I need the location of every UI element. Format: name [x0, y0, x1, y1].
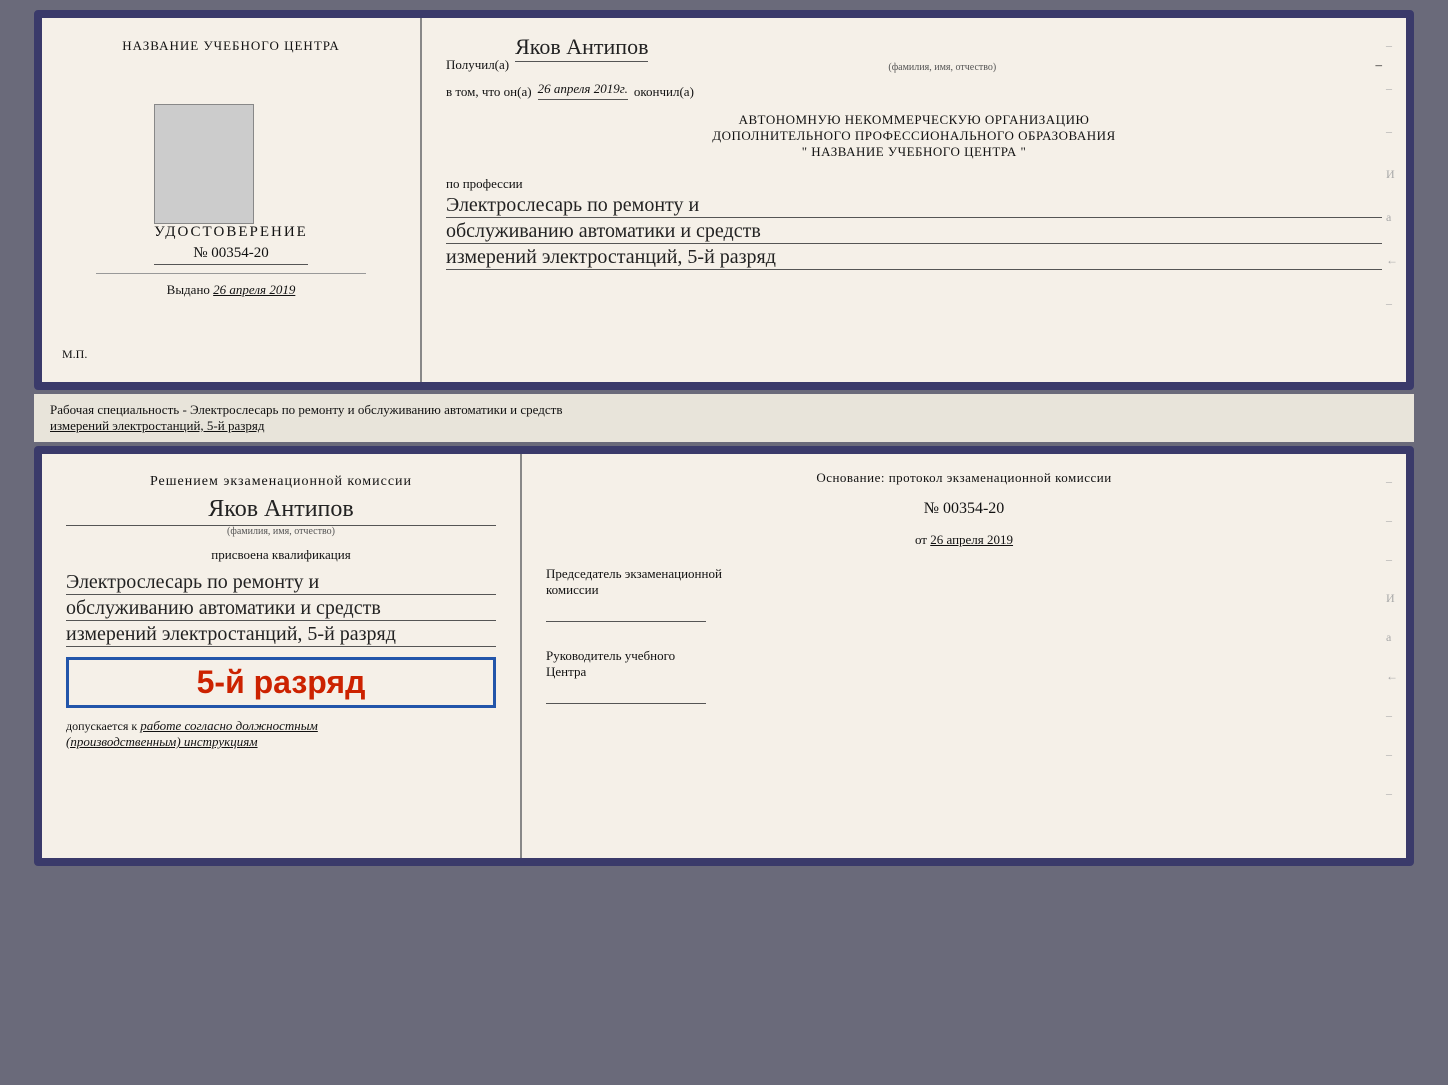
- top-document: НАЗВАНИЕ УЧЕБНОГО ЦЕНТРА УДОСТОВЕРЕНИЕ №…: [34, 10, 1414, 390]
- komissia-title: Решением экзаменационной комиссии: [66, 474, 496, 490]
- profession-block: по профессии Электрослесарь по ремонту и…: [446, 176, 1382, 270]
- top-center-label: НАЗВАНИЕ УЧЕБНОГО ЦЕНТРА: [122, 38, 339, 54]
- ot-line: от 26 апреля 2019: [546, 532, 1382, 548]
- org-block: АВТОНОМНУЮ НЕКОММЕРЧЕСКУЮ ОРГАНИЗАЦИЮ ДО…: [446, 112, 1382, 160]
- prisvoena-label: присвоена квалификация: [66, 547, 496, 563]
- predsedatel-title: Председатель экзаменационной комиссии: [546, 566, 1382, 598]
- mp-label: М.П.: [62, 347, 87, 362]
- vydano-line: Выдано 26 апреля 2019: [167, 282, 296, 298]
- document-wrapper: НАЗВАНИЕ УЧЕБНОГО ЦЕНТРА УДОСТОВЕРЕНИЕ №…: [34, 10, 1414, 866]
- person-name-bottom: Яков Антипов: [66, 496, 496, 526]
- predsedatel-signature-line: [546, 602, 706, 622]
- bottom-right-panel: Основание: протокол экзаменационной коми…: [522, 454, 1406, 858]
- side-dashes-top: – – – И а ← –: [1386, 38, 1398, 311]
- dopuskaetsya-block: допускается к работе согласно должностны…: [66, 718, 496, 750]
- poluchil-label: Получил(а): [446, 57, 509, 73]
- fio-label-top: (фамилия, имя, отчество): [515, 62, 1369, 73]
- razryad-badge: 5-й разряд: [66, 657, 496, 708]
- recipient-name: Яков Антипов: [515, 34, 648, 62]
- predsedatel-block: Председатель экзаменационной комиссии: [546, 566, 1382, 622]
- qualification-block: Электрослесарь по ремонту и обслуживанию…: [66, 569, 496, 647]
- rukovoditel-title: Руководитель учебного Центра: [546, 648, 1382, 680]
- bottom-left-panel: Решением экзаменационной комиссии Яков А…: [42, 454, 522, 858]
- bottom-document: Решением экзаменационной комиссии Яков А…: [34, 446, 1414, 866]
- osnovanie-text: Основание: протокол экзаменационной коми…: [546, 470, 1382, 486]
- separator-text2: измерений электростанций, 5-й разряд: [50, 418, 264, 433]
- photo-placeholder: [154, 104, 254, 224]
- fio-label-bottom: (фамилия, имя, отчество): [66, 526, 496, 537]
- vtom-line: в том, что он(а) 26 апреля 2019г. окончи…: [446, 81, 1382, 100]
- top-left-panel: НАЗВАНИЕ УЧЕБНОГО ЦЕНТРА УДОСТОВЕРЕНИЕ №…: [42, 18, 422, 382]
- person-block-bottom: Яков Антипов (фамилия, имя, отчество): [66, 496, 496, 537]
- razryad-badge-text: 5-й разряд: [197, 664, 366, 700]
- rukovoditel-block: Руководитель учебного Центра: [546, 648, 1382, 704]
- top-right-panel: Получил(а) Яков Антипов (фамилия, имя, о…: [422, 18, 1406, 382]
- recipient-line: Получил(а) Яков Антипов (фамилия, имя, о…: [446, 34, 1382, 73]
- udostoverenie-title: УДОСТОВЕРЕНИЕ: [154, 224, 308, 241]
- side-dashes-bottom: – – – И а ← – – –: [1386, 474, 1398, 801]
- instruktsii: (производственным) инструкциям: [66, 734, 258, 749]
- separator-text: Рабочая специальность - Электрослесарь п…: [34, 394, 1414, 442]
- protocol-number: № 00354-20: [546, 500, 1382, 518]
- udostoverenie-number: № 00354-20: [154, 245, 308, 265]
- rukovoditel-signature-line: [546, 684, 706, 704]
- dopuskaetsya-italic: работе согласно должностным: [140, 718, 318, 733]
- vtom-date: 26 апреля 2019г.: [538, 81, 628, 100]
- udostoverenie-block: УДОСТОВЕРЕНИЕ № 00354-20: [154, 94, 308, 265]
